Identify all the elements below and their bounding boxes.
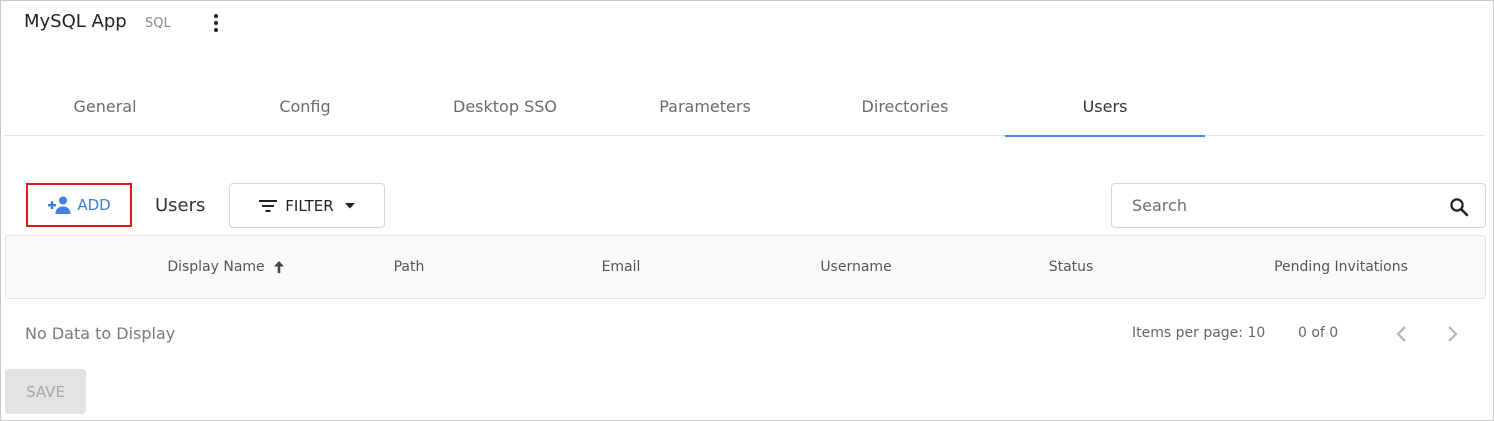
person-add-icon [48, 196, 71, 214]
items-per-page-select[interactable]: Items per page: 10 [1132, 325, 1265, 341]
add-user-button[interactable]: ADD [26, 183, 132, 227]
filter-button[interactable]: FILTER [229, 183, 385, 228]
page-range-label: 0 of 0 [1298, 325, 1339, 341]
column-header-email[interactable]: Email [571, 236, 671, 298]
tab-desktop-sso[interactable]: Desktop SSO [405, 76, 605, 136]
empty-state-text: No Data to Display [25, 324, 176, 343]
column-header-display-name[interactable]: Display Name [151, 236, 301, 298]
filter-lines-icon [259, 199, 278, 212]
search-input[interactable] [1113, 185, 1433, 226]
chevron-right-icon[interactable] [1441, 323, 1463, 345]
tab-bar: General Config Desktop SSO Parameters Di… [5, 76, 1485, 137]
tab-config[interactable]: Config [205, 76, 405, 136]
save-button[interactable]: SAVE [5, 369, 86, 414]
column-header-status[interactable]: Status [1021, 236, 1121, 298]
tab-directories[interactable]: Directories [805, 76, 1005, 136]
column-header-label: Display Name [167, 259, 265, 275]
search-box [1111, 183, 1486, 228]
chevron-left-icon[interactable] [1391, 323, 1413, 345]
column-header-username[interactable]: Username [796, 236, 916, 298]
app-type-label: SQL [145, 16, 171, 31]
more-vert-icon[interactable] [208, 12, 224, 34]
column-header-pending-invitations[interactable]: Pending Invitations [1251, 236, 1431, 298]
tab-parameters[interactable]: Parameters [605, 76, 805, 136]
tab-general[interactable]: General [5, 76, 205, 136]
table-header: Display Name Path Email Username Status … [5, 235, 1486, 299]
sort-ascending-icon [273, 261, 284, 273]
search-icon[interactable] [1449, 197, 1469, 217]
app-title: MySQL App [24, 11, 127, 32]
caret-down-icon [344, 202, 355, 208]
section-label: Users [155, 195, 206, 216]
filter-button-label: FILTER [285, 196, 334, 215]
tab-users[interactable]: Users [1005, 76, 1205, 137]
add-button-label: ADD [77, 196, 111, 214]
column-header-path[interactable]: Path [359, 236, 459, 298]
